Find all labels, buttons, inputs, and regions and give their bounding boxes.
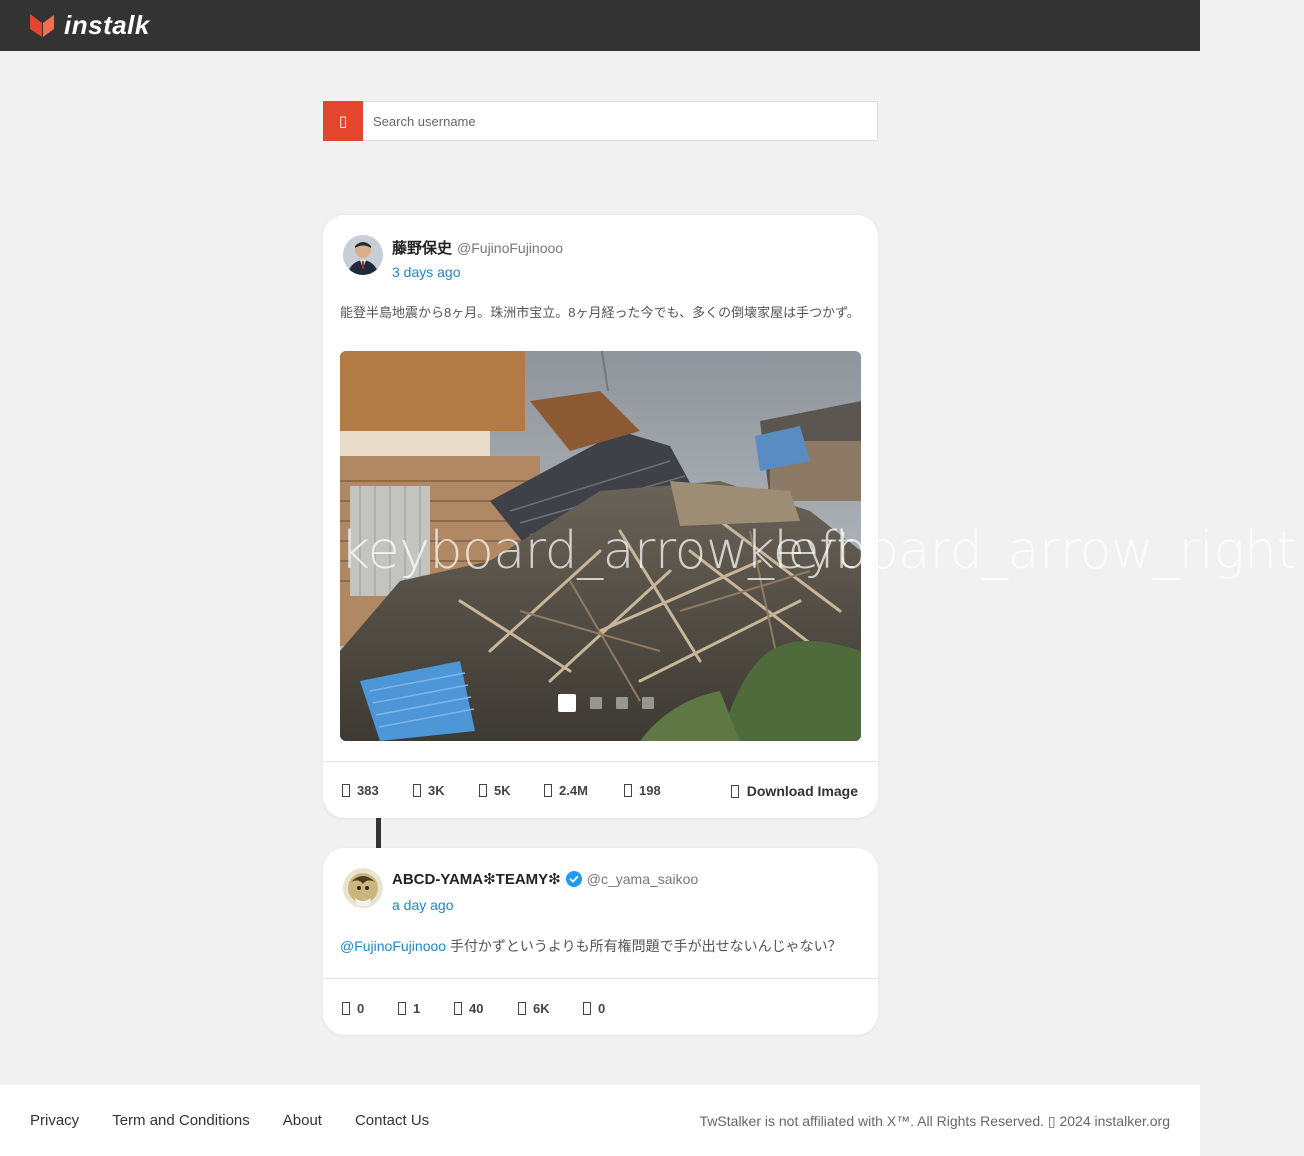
top-bar: instalk (0, 0, 1200, 51)
download-label: Download Image (746, 783, 858, 799)
post-card: 藤野保史 @FujinoFujinooo 3 days ago 能登半島地震から… (323, 215, 878, 818)
divider (323, 761, 878, 762)
post-text-body: 手付かずというよりも所有権問題で手が出せないんじゃない？ (449, 938, 842, 954)
views-icon (518, 1002, 526, 1015)
search-icon: ▯ (338, 113, 348, 130)
post-time[interactable]: a day ago (392, 897, 454, 913)
divider (323, 978, 878, 979)
carousel-next-arrow[interactable]: keyboard_arrow_right (745, 521, 1297, 581)
views-count[interactable]: 2.4M (544, 783, 624, 798)
retweet-icon (413, 784, 421, 797)
carousel-dot[interactable] (558, 694, 576, 712)
post-text: 能登半島地震から8ヶ月。珠洲市宝立。8ヶ月経った今でも、多くの倒壊家屋は手つかず… (340, 305, 860, 320)
reply-count[interactable]: 0 (342, 1001, 398, 1016)
carousel-dot[interactable] (590, 697, 602, 709)
avatar-image (343, 235, 383, 275)
retweet-count[interactable]: 1 (398, 1001, 454, 1016)
verified-badge-icon (565, 871, 582, 887)
avatar[interactable] (343, 235, 383, 275)
bookmark-count-value: 198 (639, 783, 661, 798)
footer-links: Privacy Term and Conditions About Contac… (30, 1112, 429, 1129)
like-count[interactable]: 40 (454, 1001, 518, 1016)
like-count[interactable]: 5K (479, 783, 544, 798)
avatar-image (343, 868, 383, 908)
search-bar: ▯ (323, 101, 878, 141)
bookmark-count-value: 0 (598, 1001, 606, 1016)
footer-copyright: TwStalker is not affiliated with X™. All… (699, 1113, 1170, 1129)
like-count-value: 5K (494, 783, 511, 798)
avatar[interactable] (343, 868, 383, 908)
carousel-indicators (558, 694, 654, 712)
logo-mark-icon (30, 14, 54, 37)
views-count[interactable]: 6K (518, 1001, 583, 1016)
like-icon (479, 784, 487, 797)
download-image-button[interactable]: Download Image (730, 783, 858, 799)
author-display-name[interactable]: 藤野保史 (392, 237, 452, 258)
download-icon (730, 784, 739, 798)
carousel-dot[interactable] (616, 697, 628, 709)
retweet-count[interactable]: 3K (413, 783, 479, 798)
bookmark-count[interactable]: 0 (583, 1001, 605, 1016)
reply-icon (342, 1002, 350, 1015)
reply-count-value: 0 (357, 1001, 365, 1016)
author-line: ABCD-YAMA❇TEAMY❇ @c_yama_saikoo (392, 870, 698, 888)
retweet-count-value: 1 (413, 1001, 421, 1016)
reply-count[interactable]: 383 (342, 783, 413, 798)
bookmark-icon (624, 784, 632, 797)
views-count-value: 6K (533, 1001, 550, 1016)
like-icon (454, 1002, 462, 1015)
views-icon (544, 784, 552, 797)
reply-card: ABCD-YAMA❇TEAMY❇ @c_yama_saikoo a day ag… (323, 848, 878, 1035)
footer-link-contact[interactable]: Contact Us (355, 1112, 429, 1129)
post-time[interactable]: 3 days ago (392, 264, 461, 280)
reply-count-value: 383 (357, 783, 379, 798)
post-stats: 383 3K 5K 2.4M 198 (342, 783, 661, 798)
footer-link-about[interactable]: About (283, 1112, 322, 1129)
post-stats: 0 1 40 6K 0 (342, 1001, 605, 1016)
author-display-name[interactable]: ABCD-YAMA❇TEAMY❇ (392, 870, 561, 888)
views-count-value: 2.4M (559, 783, 588, 798)
retweet-count-value: 3K (428, 783, 445, 798)
footer-link-privacy[interactable]: Privacy (30, 1112, 79, 1129)
retweet-icon (398, 1002, 406, 1015)
logo[interactable]: instalk (28, 10, 156, 40)
author-handle[interactable]: @c_yama_saikoo (587, 871, 699, 887)
carousel-dot[interactable] (642, 697, 654, 709)
logo-text: instalk (64, 10, 150, 40)
thread-connector (376, 818, 381, 848)
footer-link-terms[interactable]: Term and Conditions (112, 1112, 250, 1129)
search-button[interactable]: ▯ (323, 101, 363, 141)
author-line: 藤野保史 @FujinoFujinooo (392, 237, 563, 258)
like-count-value: 40 (469, 1001, 484, 1016)
mention-link[interactable]: @FujinoFujinooo (340, 938, 446, 954)
bookmark-icon (583, 1002, 591, 1015)
footer: Privacy Term and Conditions About Contac… (0, 1085, 1200, 1156)
reply-icon (342, 784, 350, 797)
search-input[interactable] (363, 101, 878, 141)
post-text: @FujinoFujinooo 手付かずというよりも所有権問題で手が出せないんじ… (340, 933, 861, 959)
bookmark-count[interactable]: 198 (624, 783, 661, 798)
author-handle[interactable]: @FujinoFujinooo (457, 240, 563, 256)
